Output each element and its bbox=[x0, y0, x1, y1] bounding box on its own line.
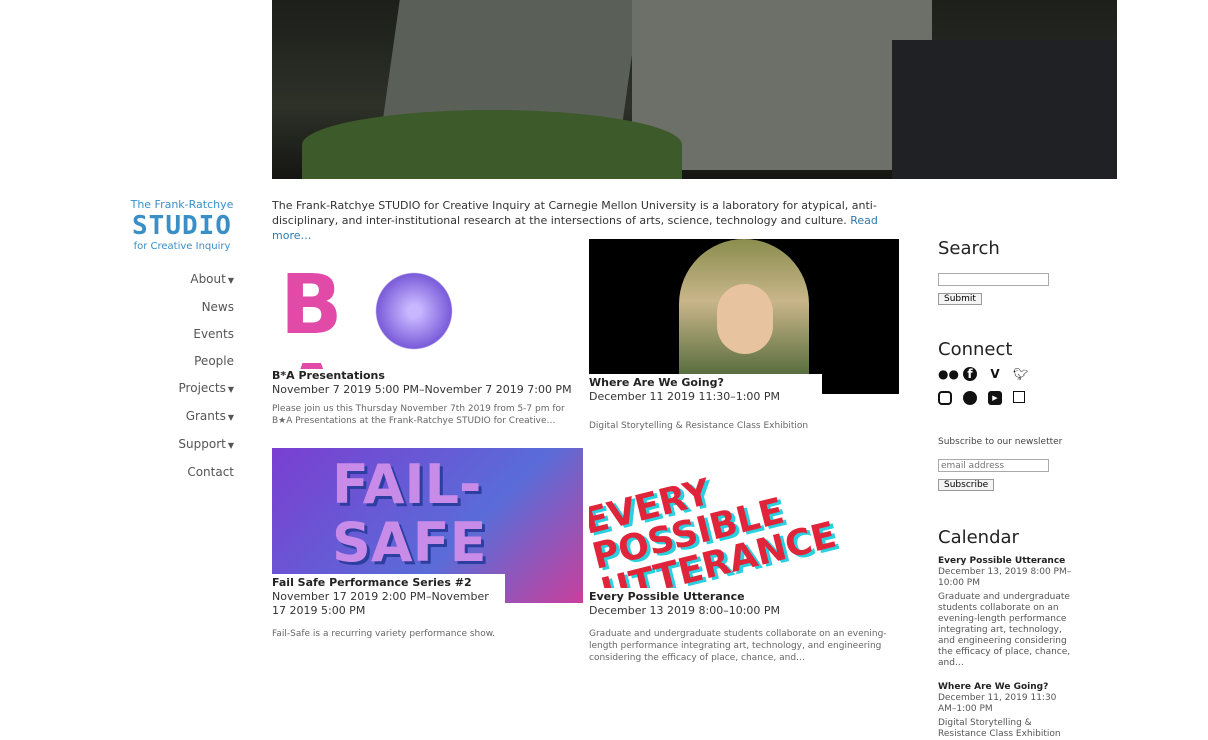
newsletter-email-input[interactable] bbox=[938, 459, 1049, 472]
calendar-item[interactable]: Every Possible Utterance December 13, 20… bbox=[938, 555, 1073, 669]
search-input[interactable] bbox=[938, 272, 1049, 286]
event-caption: Where Are We Going? December 11 2019 11:… bbox=[589, 374, 822, 406]
social-icons-row-2: ▶ bbox=[938, 390, 1073, 405]
hero-image bbox=[272, 0, 1117, 179]
social-icons-row-1: ●● f V 🐦︎ bbox=[938, 366, 1073, 381]
calendar-item-text: Digital Storytelling & Resistance Class … bbox=[938, 718, 1061, 739]
calendar-item[interactable]: Where Are We Going? December 11, 2019 11… bbox=[938, 681, 1073, 740]
event-date: December 13 2019 8:00–10:00 PM bbox=[589, 604, 781, 617]
main-nav: About ▼ News Events People Projects ▼ Gran… bbox=[150, 266, 234, 486]
calendar-item-date: December 11, 2019 11:30 AM–1:00 PM bbox=[938, 693, 1057, 714]
nav-projects[interactable]: Projects ▼ bbox=[150, 375, 234, 403]
nav-contact[interactable]: Contact bbox=[150, 459, 234, 486]
caret-down-icon: ▼ bbox=[227, 413, 234, 422]
event-thumbnail[interactable]: EVERY POSSIBLE UTTERANCE bbox=[589, 448, 899, 603]
event-thumbnail[interactable]: B A bbox=[272, 239, 583, 369]
event-card[interactable]: FAIL-SAFE Fail Safe Performance Series #… bbox=[272, 448, 583, 639]
event-card[interactable]: Where Are We Going? December 11 2019 11:… bbox=[589, 239, 899, 431]
logo-line-1: The Frank-Ratchye bbox=[130, 198, 234, 211]
logo-line-2: STUDIO bbox=[132, 211, 232, 241]
utterance-graphic-text: EVERY POSSIBLE UTTERANCE bbox=[589, 471, 841, 603]
twitter-icon[interactable]: 🐦︎ bbox=[1013, 367, 1028, 381]
calendar-heading: Calendar bbox=[938, 527, 1019, 548]
calendar-item-text: Graduate and undergraduate students coll… bbox=[938, 592, 1071, 668]
github-icon[interactable] bbox=[963, 390, 977, 405]
instagram-icon[interactable] bbox=[938, 390, 952, 405]
calendar-item-title[interactable]: Every Possible Utterance bbox=[938, 555, 1073, 567]
event-date: December 11 2019 11:30–1:00 PM bbox=[589, 390, 781, 403]
studio-logo[interactable]: The Frank-Ratchye STUDIO for Creative In… bbox=[128, 198, 236, 252]
failsafe-graphic-text: FAIL-SAFE bbox=[332, 453, 487, 574]
nav-grants[interactable]: Grants ▼ bbox=[150, 403, 234, 431]
facebook-icon[interactable]: f bbox=[963, 366, 977, 381]
caret-down-icon: ▼ bbox=[227, 441, 234, 450]
right-sidebar: Search Submit Connect ●● f V 🐦︎ ▶ Subscr… bbox=[938, 238, 1073, 740]
event-date: November 7 2019 5:00 PM–November 7 2019 … bbox=[272, 383, 572, 396]
logo-line-3: for Creative Inquiry bbox=[133, 241, 231, 252]
subscribe-button[interactable]: Subscribe bbox=[938, 479, 995, 491]
event-title[interactable]: Where Are We Going? bbox=[589, 376, 822, 390]
event-title[interactable]: Every Possible Utterance bbox=[589, 590, 822, 604]
event-caption: Fail Safe Performance Series #2 November… bbox=[272, 574, 505, 620]
event-card[interactable]: B A B*A Presentations November 7 2019 5:… bbox=[272, 239, 583, 427]
event-title[interactable]: Fail Safe Performance Series #2 bbox=[272, 576, 505, 590]
nav-support[interactable]: Support ▼ bbox=[150, 431, 234, 459]
event-title[interactable]: B*A Presentations bbox=[272, 369, 583, 383]
caret-down-icon: ▼ bbox=[227, 276, 234, 285]
search-heading: Search bbox=[938, 238, 1000, 259]
connect-heading: Connect bbox=[938, 338, 1013, 360]
nav-people[interactable]: People bbox=[150, 348, 234, 375]
event-thumbnail[interactable] bbox=[589, 239, 899, 394]
calendar-item-title[interactable]: Where Are We Going? bbox=[938, 681, 1073, 693]
nav-events[interactable]: Events bbox=[150, 321, 234, 348]
youtube-icon[interactable]: ▶ bbox=[988, 390, 1002, 405]
event-description: Digital Storytelling & Resistance Class … bbox=[589, 421, 809, 431]
portrait-face bbox=[717, 284, 773, 354]
caret-down-icon: ▼ bbox=[227, 385, 234, 394]
search-submit-button[interactable]: Submit bbox=[938, 292, 982, 305]
flickr-icon[interactable]: ●● bbox=[938, 367, 959, 381]
event-caption: Every Possible Utterance December 13 201… bbox=[589, 588, 822, 620]
nav-about[interactable]: About ▼ bbox=[150, 266, 234, 294]
hero-shadow bbox=[892, 40, 1117, 179]
calendar-icon[interactable] bbox=[1013, 390, 1025, 403]
intro-body: The Frank-Ratchye STUDIO for Creative In… bbox=[272, 199, 877, 227]
intro-text: The Frank-Ratchye STUDIO for Creative In… bbox=[272, 198, 887, 243]
newsletter-label: Subscribe to our newsletter bbox=[938, 436, 1063, 447]
event-card[interactable]: EVERY POSSIBLE UTTERANCE Every Possible … bbox=[589, 448, 899, 663]
event-description: Please join us this Thursday November 7t… bbox=[272, 404, 565, 426]
event-description: Graduate and undergraduate students coll… bbox=[589, 629, 887, 663]
vimeo-icon[interactable]: V bbox=[988, 367, 1002, 381]
star-graphic bbox=[370, 267, 458, 355]
event-date: November 17 2019 2:00 PM–November 17 201… bbox=[272, 590, 489, 617]
calendar-item-date: December 13, 2019 8:00 PM–10:00 PM bbox=[938, 567, 1072, 588]
hero-grass bbox=[302, 110, 682, 179]
nav-news[interactable]: News bbox=[150, 294, 234, 321]
event-description: Fail-Safe is a recurring variety perform… bbox=[272, 629, 496, 639]
